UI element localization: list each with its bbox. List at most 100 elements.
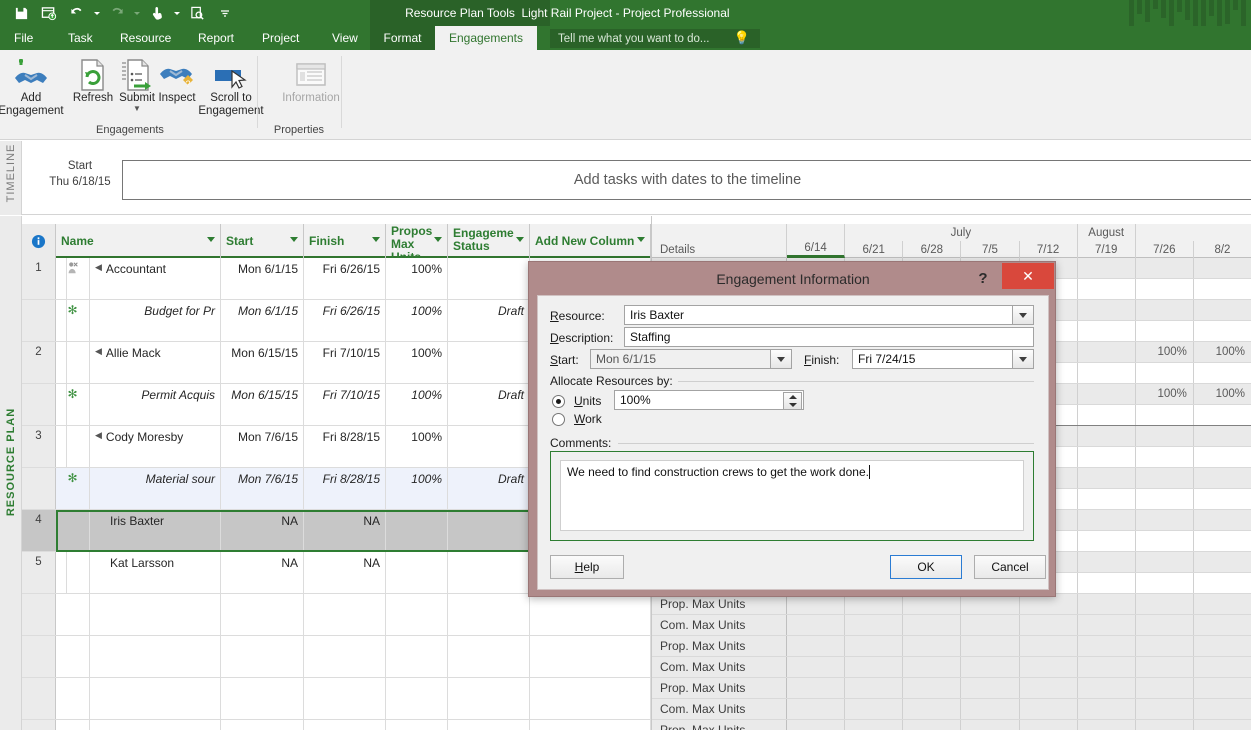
cell-start[interactable]: NA xyxy=(221,552,304,593)
usage-detail-row[interactable]: Com. Max Units xyxy=(652,657,1251,678)
usage-cell[interactable] xyxy=(845,636,903,656)
start-field[interactable]: Mon 6/1/15 xyxy=(590,349,792,369)
usage-cell[interactable] xyxy=(1078,321,1136,341)
usage-cell[interactable] xyxy=(1136,615,1194,635)
row-number[interactable] xyxy=(22,720,56,730)
usage-cell[interactable] xyxy=(1136,510,1194,530)
usage-cell[interactable] xyxy=(1194,405,1251,425)
usage-cell[interactable] xyxy=(1136,321,1194,341)
save-icon[interactable] xyxy=(8,1,34,25)
scroll-to-engagement-button[interactable]: Scroll to Engagement xyxy=(200,54,262,118)
cell-name[interactable]: Iris Baxter xyxy=(90,510,221,551)
undo-dropdown-icon[interactable] xyxy=(92,1,102,25)
cell-units[interactable]: 100% xyxy=(386,426,448,467)
usage-cell[interactable] xyxy=(903,657,961,677)
cell-units[interactable]: 100% xyxy=(386,342,448,383)
submit-dropdown-icon[interactable]: ▼ xyxy=(106,105,168,113)
cell-empty[interactable] xyxy=(530,678,651,719)
usage-cell[interactable]: 100% xyxy=(1136,342,1194,362)
usage-cell[interactable] xyxy=(1136,531,1194,551)
usage-cell[interactable] xyxy=(1194,636,1251,656)
cell-start[interactable]: Mon 6/15/15 xyxy=(221,384,304,425)
usage-cell[interactable] xyxy=(1078,657,1136,677)
row-number[interactable]: 5 xyxy=(22,552,56,593)
cell-empty[interactable] xyxy=(90,720,221,730)
usage-cell[interactable] xyxy=(1078,699,1136,719)
cell-empty[interactable] xyxy=(386,636,448,677)
cell-units[interactable]: 100% xyxy=(386,468,448,509)
usage-cell[interactable] xyxy=(1078,258,1136,278)
tell-me-search[interactable]: Tell me what you want to do... 💡 xyxy=(550,29,760,48)
column-header-proposed-max-units[interactable]: Propos Max Units xyxy=(386,224,448,258)
usage-cell[interactable] xyxy=(1194,531,1251,551)
cell-empty[interactable] xyxy=(448,678,530,719)
cell-empty[interactable] xyxy=(90,594,221,635)
cell-empty[interactable] xyxy=(56,678,90,719)
column-header-name[interactable]: Name xyxy=(56,224,221,258)
cell-status[interactable] xyxy=(448,552,530,593)
usage-cell[interactable] xyxy=(1136,720,1194,730)
filter-arrow-start-icon[interactable] xyxy=(290,237,298,242)
cell-empty[interactable] xyxy=(56,720,90,730)
usage-cell[interactable] xyxy=(1020,657,1078,677)
usage-detail-row[interactable]: Com. Max Units xyxy=(652,699,1251,720)
touch-mode-icon[interactable] xyxy=(144,1,170,25)
cell-empty[interactable] xyxy=(386,678,448,719)
column-header-start[interactable]: Start xyxy=(221,224,304,258)
usage-cell[interactable] xyxy=(1078,594,1136,614)
usage-cell[interactable] xyxy=(1078,342,1136,362)
usage-cell[interactable] xyxy=(787,678,845,698)
expand-collapse-icon[interactable]: ◀ xyxy=(95,430,102,441)
inspect-button[interactable]: ? Inspect xyxy=(146,54,208,105)
units-label[interactable]: Units xyxy=(574,394,601,408)
cell-empty[interactable] xyxy=(304,636,386,677)
row-number[interactable] xyxy=(22,300,56,341)
add-engagement-button[interactable]: Add Engagement xyxy=(0,54,62,118)
redo-icon[interactable] xyxy=(104,1,130,25)
cell-empty[interactable] xyxy=(304,678,386,719)
tab-engagements[interactable]: Engagements xyxy=(435,26,537,50)
usage-cell[interactable] xyxy=(1078,363,1136,383)
usage-cell[interactable] xyxy=(1194,657,1251,677)
tab-task[interactable]: Task xyxy=(58,26,103,50)
usage-cell[interactable] xyxy=(1194,489,1251,509)
cell-start[interactable]: Mon 6/1/15 xyxy=(221,300,304,341)
cell-units[interactable] xyxy=(386,552,448,593)
usage-cell[interactable] xyxy=(1194,468,1251,488)
usage-cell[interactable]: 100% xyxy=(1194,342,1251,362)
cell-start[interactable]: NA xyxy=(221,510,304,551)
usage-cell[interactable] xyxy=(845,720,903,730)
cell-start[interactable]: Mon 7/6/15 xyxy=(221,426,304,467)
usage-cell[interactable] xyxy=(1078,300,1136,320)
filter-arrow-finish-icon[interactable] xyxy=(372,237,380,242)
usage-detail-row[interactable]: Prop. Max Units xyxy=(652,594,1251,615)
resource-plan-side-tab[interactable]: RESOURCE PLAN xyxy=(0,216,22,730)
usage-cell[interactable] xyxy=(903,615,961,635)
usage-cell[interactable] xyxy=(845,594,903,614)
usage-cell[interactable] xyxy=(845,615,903,635)
row-number[interactable] xyxy=(22,636,56,677)
cell-start[interactable]: Mon 6/1/15 xyxy=(221,258,304,299)
usage-cell[interactable] xyxy=(1078,720,1136,730)
usage-cell[interactable] xyxy=(787,615,845,635)
cell-finish[interactable]: Fri 7/10/15 xyxy=(304,384,386,425)
row-number[interactable]: 4 xyxy=(22,510,56,551)
filter-arrow-units-icon[interactable] xyxy=(434,237,442,242)
cell-units[interactable]: 100% xyxy=(386,384,448,425)
week-header-6-21[interactable]: 6/21 xyxy=(845,241,903,258)
usage-cell[interactable] xyxy=(1078,636,1136,656)
usage-cell[interactable] xyxy=(1136,636,1194,656)
usage-cell[interactable] xyxy=(1078,384,1136,404)
cell-finish[interactable]: Fri 6/26/15 xyxy=(304,258,386,299)
tab-file[interactable]: File xyxy=(4,26,43,50)
units-spinner[interactable] xyxy=(783,392,802,410)
usage-cell[interactable] xyxy=(1136,363,1194,383)
cell-name[interactable]: Kat Larsson xyxy=(90,552,221,593)
usage-cell[interactable] xyxy=(1078,468,1136,488)
units-radio[interactable] xyxy=(552,395,565,408)
filter-arrow-addnew-icon[interactable] xyxy=(637,237,645,242)
row-number[interactable]: 3 xyxy=(22,426,56,467)
description-field[interactable]: Staffing xyxy=(624,327,1034,347)
start-dropdown-icon[interactable] xyxy=(770,350,791,368)
cancel-button[interactable]: Cancel xyxy=(974,555,1046,579)
